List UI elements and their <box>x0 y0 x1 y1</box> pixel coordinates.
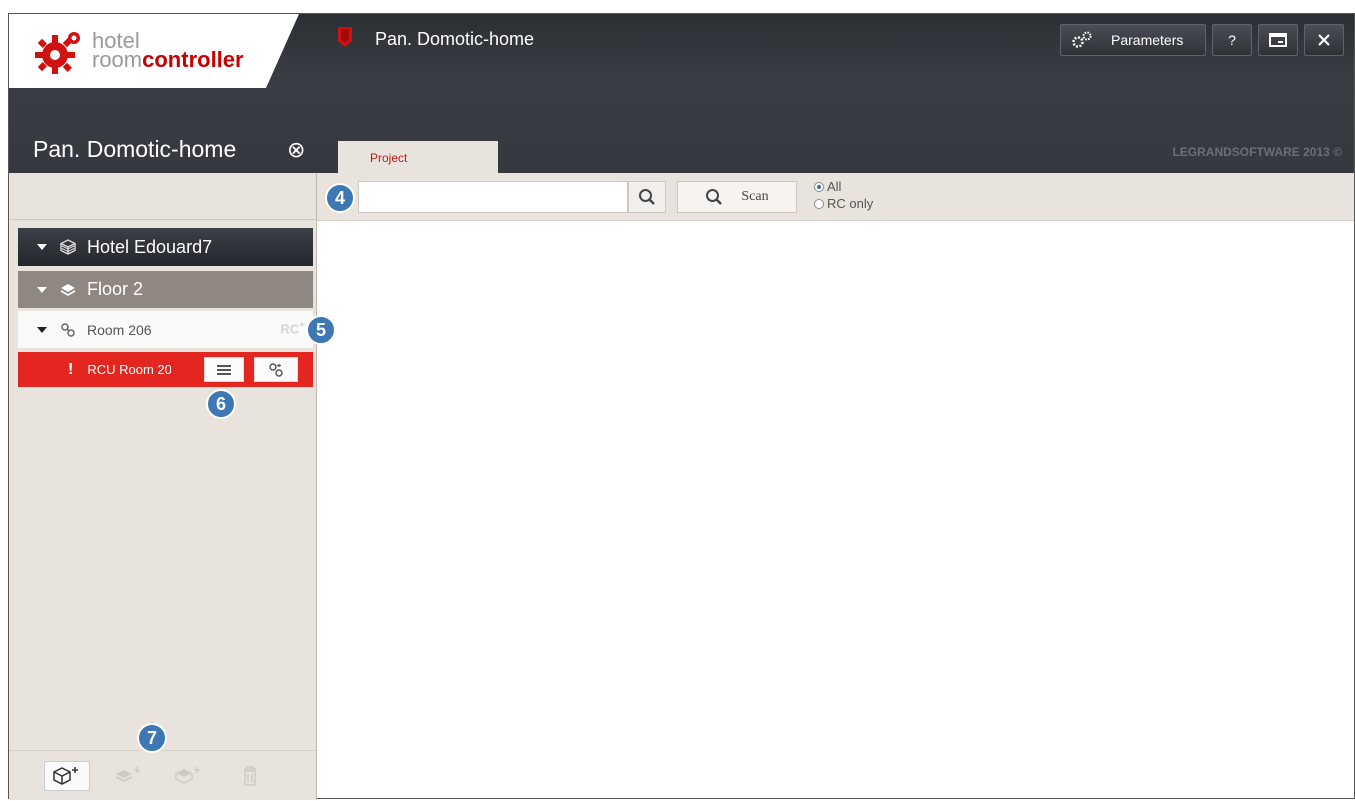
delete-button[interactable] <box>227 761 273 791</box>
tree-item-hotel[interactable]: Hotel Edouard7 <box>18 228 313 266</box>
radio-all-label: All <box>827 179 842 194</box>
filter-radio-group: All RC only <box>814 178 873 212</box>
expand-caret-icon[interactable] <box>37 326 47 333</box>
logo: hotel roomcontroller <box>9 14 299 88</box>
rc-badge-plus: + <box>299 320 305 331</box>
radio-dot[interactable] <box>814 181 824 192</box>
search-bar: Scan All RC only <box>317 173 1354 221</box>
scan-label: Scan <box>741 189 769 204</box>
rcu-menu-button[interactable] <box>204 357 244 382</box>
logo-line2: roomcontroller <box>92 47 244 72</box>
logo-line2-bold: controller <box>142 47 244 72</box>
panel-flag-icon <box>338 27 352 47</box>
add-floor-icon <box>115 767 140 782</box>
rc-badge-label: RC <box>280 321 300 337</box>
callout-badge-7: 7 <box>137 723 167 753</box>
rcu-link-button[interactable] <box>254 357 298 382</box>
tree-item-label: Room 206 <box>87 321 152 338</box>
radio-rc-only[interactable]: RC only <box>814 195 873 212</box>
scan-button[interactable]: Scan <box>677 181 797 213</box>
parameters-label: Parameters <box>1111 32 1184 48</box>
trash-icon <box>244 766 256 786</box>
callout-badge-5: 5 <box>306 315 336 345</box>
building-icon <box>59 238 77 256</box>
tree-item-label: Hotel Edouard7 <box>87 236 213 257</box>
expand-caret-icon[interactable] <box>37 286 47 293</box>
sidebar: Hotel Edouard7 Floor 2 Room 206 RC+ ! RC… <box>9 173 317 800</box>
sidebar-bottom-toolbar <box>9 750 316 800</box>
tree-item-rcu[interactable]: ! RCU Room 206 <box>18 352 313 387</box>
header: hotel roomcontroller Pan. Domotic-home P… <box>9 14 1354 173</box>
tree-item-label: RCU Room 206 <box>87 362 172 377</box>
gears-icon <box>1072 31 1092 48</box>
expand-caret-icon[interactable] <box>37 244 47 250</box>
floor-layers-icon <box>59 281 77 299</box>
radio-dot[interactable] <box>814 198 824 209</box>
restore-window-icon <box>1269 33 1287 47</box>
copyright: LEGRANDSOFTWARE 2013 © <box>1172 145 1342 159</box>
help-button[interactable]: ? <box>1212 24 1252 56</box>
logo-line2-prefix: room <box>92 47 143 72</box>
tree-item-label: Floor 2 <box>87 279 144 299</box>
search-input[interactable] <box>358 181 628 213</box>
add-building-button[interactable] <box>44 761 90 791</box>
tab-project[interactable]: Project <box>338 141 498 173</box>
logo-text: hotel roomcontroller <box>92 30 244 72</box>
search-button[interactable] <box>628 181 666 213</box>
link-icon <box>269 362 283 377</box>
parameters-button[interactable]: Parameters <box>1060 24 1206 56</box>
search-icon <box>639 189 655 205</box>
radio-rc-only-label: RC only <box>827 196 874 211</box>
add-building-icon <box>53 767 78 785</box>
sidebar-toolbar <box>9 173 316 220</box>
add-room-icon <box>175 767 200 784</box>
add-floor-button[interactable] <box>106 761 152 791</box>
help-label: ? <box>1228 32 1236 48</box>
window-controls: Parameters ? <box>1060 24 1344 56</box>
restore-window-button[interactable] <box>1258 24 1298 56</box>
gear-logo-icon <box>35 32 80 74</box>
add-room-button[interactable] <box>166 761 212 791</box>
app-title: Pan. Domotic-home <box>375 29 535 49</box>
callout-badge-4: 4 <box>325 183 355 213</box>
add-rc-button[interactable]: RC+ <box>280 320 305 336</box>
alert-icon: ! <box>68 360 74 378</box>
callout-badge-6: 6 <box>206 389 236 419</box>
hamburger-icon <box>217 364 231 375</box>
search-icon <box>706 189 723 205</box>
tree-item-floor[interactable]: Floor 2 <box>18 271 313 308</box>
room-link-icon <box>59 321 77 339</box>
main-content-area <box>317 221 1354 798</box>
close-window-button[interactable] <box>1304 24 1344 56</box>
close-icon <box>1318 34 1330 46</box>
tree-item-room[interactable]: Room 206 RC+ <box>18 311 313 348</box>
close-panel-icon[interactable]: ⊗ <box>287 137 305 163</box>
panel-title: Pan. Domotic-home <box>33 136 237 162</box>
radio-all[interactable]: All <box>814 178 873 195</box>
